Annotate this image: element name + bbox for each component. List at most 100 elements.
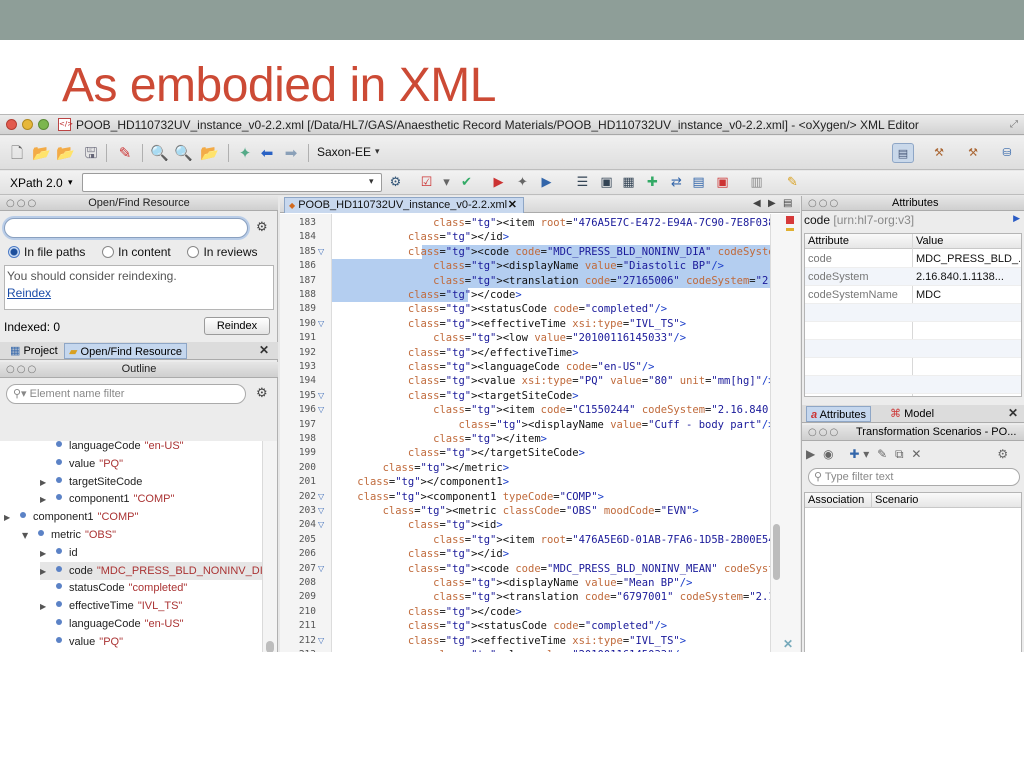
schema-icon[interactable]: ▦ <box>620 174 637 191</box>
fold-toggle-icon[interactable]: ▽ <box>318 389 324 403</box>
chevron-down-icon[interactable]: ▾ <box>68 177 73 188</box>
radio-reviews[interactable] <box>187 246 200 258</box>
code-line[interactable]: class="tg"><metric classCode="OBS" moodC… <box>332 504 699 518</box>
column-header-scenario[interactable]: Scenario <box>871 493 918 508</box>
find-in-files-icon[interactable]: 🔍 <box>174 144 193 162</box>
collapsed-triangle-icon[interactable]: ▶ <box>4 509 16 527</box>
tab-next-icon[interactable]: ▶ <box>768 198 776 209</box>
attribute-row[interactable] <box>805 376 1021 394</box>
code-line[interactable]: class="tg"></code> <box>332 605 522 619</box>
save-icon[interactable]: 🖫 <box>82 144 100 162</box>
convert-schema-icon[interactable]: ⇄ <box>668 174 685 191</box>
radio-content[interactable] <box>102 246 115 258</box>
code-area[interactable]: class="tg"><item root="476A5E7C-E472-E94… <box>332 214 770 652</box>
warning-marker[interactable] <box>786 228 794 231</box>
code-line[interactable]: class="tg"></metric> <box>332 461 509 475</box>
close-icon[interactable]: ✕ <box>259 343 269 357</box>
open-folder-icon[interactable]: 📂 <box>32 144 51 162</box>
attribute-value[interactable]: MDC <box>916 286 1020 304</box>
expanded-triangle-icon[interactable]: ▼ <box>22 527 34 545</box>
image-map-icon[interactable]: ▥ <box>748 174 765 191</box>
generate-schema-icon[interactable]: ✚ <box>644 174 661 191</box>
outline-node[interactable]: ▶ effectiveTime "IVL_TS" <box>40 597 262 615</box>
code-line[interactable]: class="tg"></effectiveTime> <box>332 346 579 360</box>
open-find-resource-icon[interactable]: 📂 <box>200 144 219 162</box>
code-line[interactable]: class="tg"><effectiveTime xsi:type="IVL_… <box>332 317 686 331</box>
panel-controls-icon[interactable]: ○○○ <box>6 364 38 375</box>
code-line[interactable]: class="tg"><statusCode code="completed"/… <box>332 619 667 633</box>
code-line[interactable]: class="tg"><displayName value="Mean BP"/… <box>332 576 692 590</box>
attribute-row[interactable] <box>805 304 1021 322</box>
perspective-database-button[interactable]: ⛁ <box>996 143 1018 163</box>
outline-node[interactable]: ▶targetSiteCode <box>40 651 262 652</box>
code-line[interactable]: class="tg"><item root="476A5E7C-E472-E94… <box>332 216 770 230</box>
reindex-button[interactable]: Reindex <box>204 317 270 335</box>
editor-scroll-thumb[interactable] <box>773 524 780 580</box>
collapsed-triangle-icon[interactable]: ▶ <box>40 474 52 492</box>
collapsed-triangle-icon[interactable]: ▶ <box>40 563 52 581</box>
minimize-window-button[interactable] <box>22 119 33 130</box>
toggle-comment-icon[interactable]: ▣ <box>598 174 615 191</box>
code-line[interactable]: class="tg"><displayName value="Diastolic… <box>332 259 724 273</box>
zoom-window-button[interactable] <box>38 119 49 130</box>
outline-node[interactable]: ▼ metric "OBS" <box>22 526 262 544</box>
code-line[interactable]: class="tg"><low value="20100116145033"/> <box>332 331 686 345</box>
outline-node[interactable]: ▶ component1 "COMP" <box>40 490 262 508</box>
chevron-down-icon[interactable]: ▾ <box>438 174 455 191</box>
outline-node[interactable]: value "PQ" <box>40 455 262 473</box>
collapsed-triangle-icon[interactable]: ▶ <box>40 598 52 616</box>
code-line[interactable]: class="tg"><value xsi:type="PQ" value="8… <box>332 374 770 388</box>
attribute-value[interactable]: MDC_PRESS_BLD_... <box>916 250 1020 268</box>
code-line[interactable]: class="tg"></targetSiteCode> <box>332 446 585 460</box>
back-arrow-icon[interactable]: ⬅ <box>258 144 276 162</box>
remove-scenario-icon[interactable]: ✕ <box>911 447 921 461</box>
column-header-value[interactable]: Value <box>916 234 943 249</box>
debug-icon[interactable]: ▶ <box>538 174 555 191</box>
attribute-row[interactable] <box>805 340 1021 358</box>
scenario-settings-icon[interactable]: ⚙ <box>997 447 1008 461</box>
edit-scenario-icon[interactable]: ✎ <box>877 447 887 461</box>
navigate-right-icon[interactable]: ▶ <box>1013 214 1020 224</box>
close-window-button[interactable] <box>6 119 17 130</box>
attribute-value[interactable]: 2.16.840.1.1138... <box>916 268 1020 286</box>
attribute-row[interactable] <box>805 358 1021 376</box>
chevron-down-icon[interactable]: ▾ <box>863 447 869 461</box>
perspective-xquery-button[interactable]: ⚒ <box>962 143 984 163</box>
fold-toggle-icon[interactable]: ▽ <box>318 490 324 504</box>
code-line[interactable]: class="tg"><item code="C1550244" codeSys… <box>332 403 770 417</box>
xpath-history-icon[interactable]: ▾ <box>369 176 374 187</box>
code-line[interactable]: class="tg"></component1> <box>332 475 509 489</box>
tab-list-icon[interactable]: ▤ <box>783 198 792 209</box>
outline-node[interactable]: statusCode "completed" <box>40 579 262 597</box>
check-wellformed-icon[interactable]: ✔ <box>458 174 475 191</box>
code-line[interactable]: class="tg"></code> <box>332 288 522 302</box>
apply-transform-icon[interactable]: ▶ <box>490 174 507 191</box>
code-line[interactable]: class="tg"><languageCode code="en-US"/> <box>332 360 655 374</box>
tab-attributes[interactable]: a Attributes <box>806 406 872 422</box>
chevron-down-icon[interactable]: ▾ <box>375 146 380 157</box>
tab-open-find[interactable]: ▰ Open/Find Resource <box>64 343 188 359</box>
outline-node[interactable]: ▶ code "MDC_PRESS_BLD_NONINV_DIA <box>40 561 262 581</box>
attribute-row[interactable]: codeSystem 2.16.840.1.1138... <box>805 268 1021 286</box>
panel-controls-icon[interactable]: ○○○ <box>808 427 840 438</box>
fold-toggle-icon[interactable]: ▽ <box>318 403 324 417</box>
xpath-settings-icon[interactable]: ⚙ <box>387 174 404 191</box>
tab-prev-icon[interactable]: ◀ <box>753 198 761 209</box>
xpath-input[interactable] <box>82 173 382 192</box>
transformer-select[interactable]: Saxon-EE <box>317 145 371 159</box>
tag-icon[interactable]: ✎ <box>784 174 801 191</box>
tab-model[interactable]: ⌘ Model <box>886 406 938 422</box>
editor-tab[interactable]: ◆ POOB_HD110732UV_instance_v0-2.2.xml ✕ <box>284 197 524 213</box>
outline-node[interactable]: languageCode "en-US" <box>40 441 262 455</box>
collapsed-triangle-icon[interactable]: ▶ <box>40 491 52 509</box>
fold-toggle-icon[interactable]: ▽ <box>318 562 324 576</box>
column-header-association[interactable]: Association <box>808 493 864 508</box>
pin-icon[interactable]: ✦ <box>236 144 254 162</box>
perspective-xslt-button[interactable]: ⚒ <box>928 143 950 163</box>
element-filter-input[interactable]: ⚲▾ Element name filter <box>6 384 246 404</box>
open-url-icon[interactable]: 📂 <box>56 144 75 162</box>
outline-node[interactable]: ▶ component1 "COMP" <box>4 508 262 526</box>
panel-controls-icon[interactable]: ○○○ <box>6 198 38 209</box>
code-line[interactable]: class="tg"></id> <box>332 547 509 561</box>
scenario-filter-input[interactable]: ⚲ Type filter text <box>808 468 1020 486</box>
